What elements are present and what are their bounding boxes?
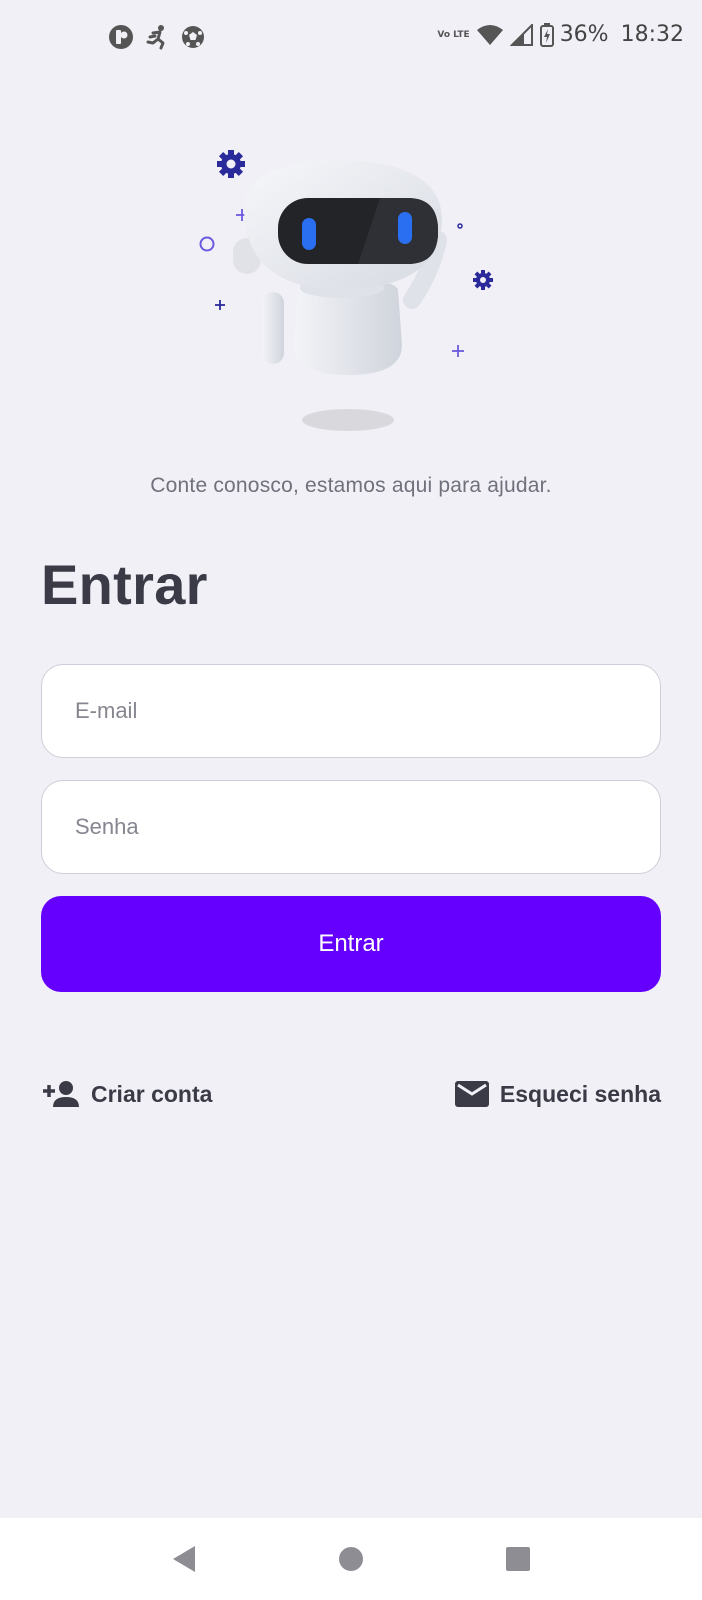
sparkle-plus-icon <box>215 300 225 310</box>
login-screen: Vo LTE 36% 18:32 Conte conosco, estamos … <box>0 0 702 1600</box>
forgot-password-label: Esqueci senha <box>499 1080 661 1107</box>
login-button[interactable]: Entrar <box>41 896 661 992</box>
status-bar: Vo LTE 36% 18:32 <box>0 0 702 78</box>
forgot-password-link[interactable]: Esqueci senha <box>454 1080 661 1108</box>
mail-icon <box>454 1081 489 1107</box>
recents-icon[interactable] <box>505 1546 531 1572</box>
email-input[interactable] <box>75 698 627 724</box>
email-field[interactable] <box>41 664 661 758</box>
tagline: Conte conosco, estamos aqui para ajudar. <box>150 474 552 497</box>
running-icon <box>146 25 165 50</box>
signal-icon <box>509 23 533 46</box>
soccer-ball-icon <box>182 26 204 48</box>
password-field[interactable] <box>41 780 661 874</box>
add-person-icon <box>43 1081 79 1107</box>
battery-charging-icon <box>539 22 554 47</box>
sparkle-plus-icon <box>452 345 464 357</box>
volte-icon: Vo LTE <box>437 29 470 40</box>
app-notification-icon <box>109 25 133 49</box>
back-icon[interactable] <box>171 1544 197 1574</box>
gear-icon <box>217 150 245 178</box>
home-icon[interactable] <box>338 1546 364 1572</box>
robot-illustration <box>199 150 493 431</box>
create-account-label: Criar conta <box>91 1080 213 1107</box>
sparkle-circle-icon <box>199 236 215 252</box>
navigation-bar <box>0 1518 702 1600</box>
clock: 18:32 <box>620 22 684 47</box>
password-input[interactable] <box>75 814 627 840</box>
page-title: Entrar <box>41 553 208 616</box>
battery-percentage: 36% <box>559 22 609 47</box>
create-account-link[interactable]: Criar conta <box>41 1080 212 1108</box>
status-system: Vo LTE 36% 18:32 <box>437 22 684 47</box>
status-notifications <box>108 24 206 50</box>
gear-icon <box>473 270 493 290</box>
wifi-icon <box>476 24 503 45</box>
